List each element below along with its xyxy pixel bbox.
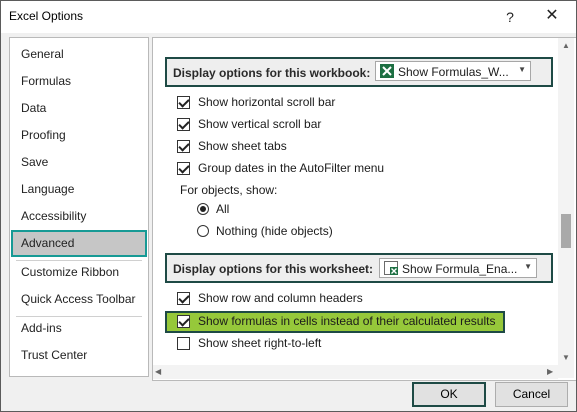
- excel-sheet-icon: [384, 261, 398, 275]
- radio-button[interactable]: [197, 225, 209, 237]
- worksheet-section-label: Display options for this worksheet:: [173, 262, 374, 276]
- option-label: Show formulas in cells instead of their …: [198, 314, 496, 328]
- checkbox[interactable]: [177, 162, 190, 175]
- nav-item-proofing[interactable]: Proofing: [12, 123, 146, 148]
- objects-label: For objects, show:: [180, 183, 278, 197]
- nav-item-quick-access-toolbar[interactable]: Quick Access Toolbar: [12, 287, 146, 312]
- options-panel: ▲ ▼ ◀ ▶ Display options for this workboo…: [152, 37, 576, 381]
- excel-options-dialog: Excel Options ? ✕ General Formulas Data …: [0, 0, 577, 412]
- worksheet-section-header: Display options for this worksheet: Show…: [165, 253, 553, 283]
- checkbox[interactable]: [177, 96, 190, 109]
- workbook-section-label: Display options for this workbook:: [173, 66, 371, 80]
- scroll-down-arrow-icon[interactable]: ▼: [558, 350, 574, 366]
- cancel-button[interactable]: Cancel: [495, 382, 568, 407]
- excel-file-icon: [380, 64, 394, 78]
- radio-label: All: [216, 202, 230, 216]
- nav-item-trust-center[interactable]: Trust Center: [12, 343, 146, 368]
- nav-item-formulas[interactable]: Formulas: [12, 69, 146, 94]
- nav-item-add-ins[interactable]: Add-ins: [12, 316, 146, 341]
- scroll-left-arrow-icon[interactable]: ◀: [155, 365, 161, 379]
- scrollbar-thumb[interactable]: [561, 214, 571, 248]
- title-bar: Excel Options ? ✕: [1, 1, 576, 33]
- horizontal-scrollbar[interactable]: ◀ ▶: [153, 365, 558, 379]
- nav-item-data[interactable]: Data: [12, 96, 146, 121]
- radio-button[interactable]: [197, 203, 209, 215]
- ok-button[interactable]: OK: [412, 382, 486, 407]
- checkbox[interactable]: [177, 337, 190, 350]
- checkbox[interactable]: [177, 292, 190, 305]
- option-label: Show horizontal scroll bar: [198, 95, 336, 109]
- workbook-select-value: Show Formulas_W...: [398, 65, 509, 79]
- worksheet-select-value: Show Formula_Ena...: [402, 262, 518, 276]
- workbook-select[interactable]: Show Formulas_W... ▼: [375, 61, 531, 81]
- nav-item-save[interactable]: Save: [12, 150, 146, 175]
- option-label: Show vertical scroll bar: [198, 117, 322, 131]
- workbook-section-header: Display options for this workbook: Show …: [165, 57, 553, 87]
- checkbox[interactable]: [177, 315, 190, 328]
- nav-item-accessibility[interactable]: Accessibility: [12, 204, 146, 229]
- chevron-down-icon: ▼: [524, 262, 532, 271]
- nav-item-language[interactable]: Language: [12, 177, 146, 202]
- nav-item-general[interactable]: General: [12, 42, 146, 67]
- window-title: Excel Options: [9, 9, 84, 23]
- option-label: Show sheet right-to-left: [198, 336, 322, 350]
- nav-item-advanced[interactable]: Advanced: [11, 230, 147, 257]
- vertical-scrollbar[interactable]: [558, 38, 574, 378]
- option-label: Show sheet tabs: [198, 139, 287, 153]
- scroll-right-arrow-icon[interactable]: ▶: [547, 365, 553, 379]
- radio-label: Nothing (hide objects): [216, 224, 333, 238]
- close-icon[interactable]: ✕: [537, 4, 567, 28]
- option-label: Group dates in the AutoFilter menu: [198, 161, 385, 175]
- checkbox[interactable]: [177, 118, 190, 131]
- option-label: Show row and column headers: [198, 291, 363, 305]
- scroll-up-arrow-icon[interactable]: ▲: [558, 38, 574, 54]
- nav-item-customize-ribbon[interactable]: Customize Ribbon: [12, 260, 146, 285]
- chevron-down-icon: ▼: [518, 65, 526, 74]
- category-nav: General Formulas Data Proofing Save Lang…: [9, 37, 149, 377]
- worksheet-select[interactable]: Show Formula_Ena... ▼: [379, 258, 537, 278]
- help-icon[interactable]: ?: [498, 6, 522, 28]
- checkbox[interactable]: [177, 140, 190, 153]
